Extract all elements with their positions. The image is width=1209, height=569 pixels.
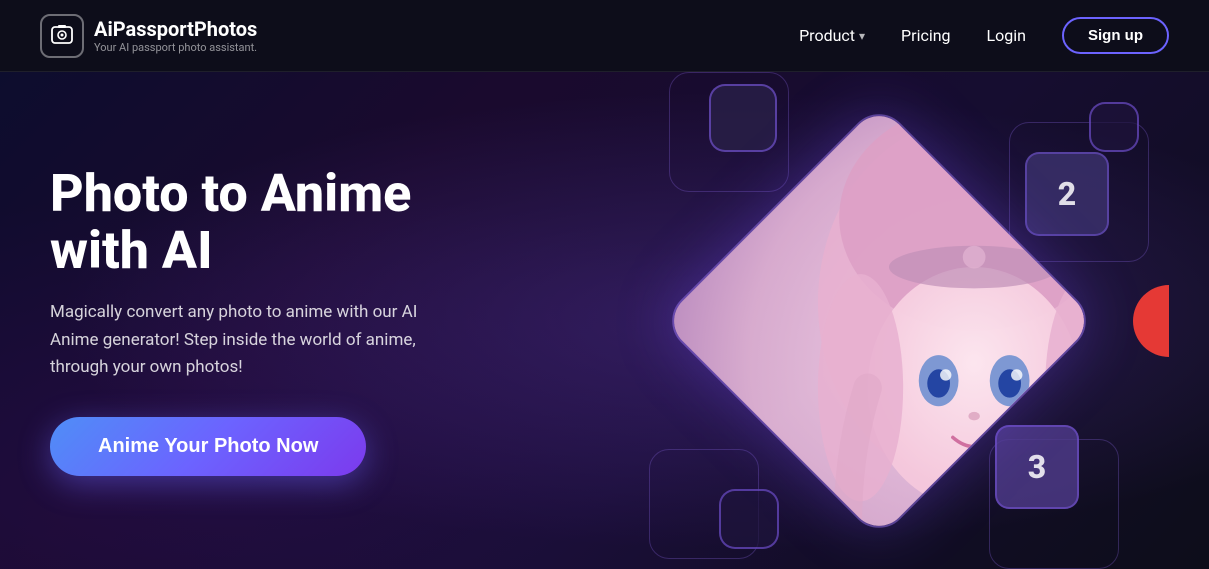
nav-login-label: Login — [987, 26, 1026, 45]
nav-product[interactable]: Product ▾ — [799, 26, 865, 45]
cta-button[interactable]: Anime Your Photo Now — [50, 417, 366, 476]
signup-button[interactable]: Sign up — [1062, 17, 1169, 54]
nav-product-label: Product — [799, 26, 855, 45]
chevron-down-icon: ▾ — [859, 29, 865, 43]
hero-title: Photo to Anime with AI — [50, 165, 470, 279]
hero-right: 2 3 — [529, 72, 1209, 569]
navigation: Product ▾ Pricing Login Sign up — [799, 17, 1169, 54]
logo-name: AiPassportPhotos — [94, 17, 257, 41]
logo-subtitle: Your AI passport photo assistant. — [94, 41, 257, 54]
hero-section: Photo to Anime with AI Magically convert… — [0, 72, 1209, 569]
step-2-badge: 2 — [1025, 152, 1109, 236]
logo-text: AiPassportPhotos Your AI passport photo … — [94, 17, 257, 54]
diamond-container: 2 3 — [589, 72, 1169, 569]
red-circle-peek — [1133, 285, 1169, 357]
nav-pricing[interactable]: Pricing — [901, 26, 951, 45]
hero-left: Photo to Anime with AI Magically convert… — [0, 165, 470, 476]
hero-title-line1: Photo to Anime — [50, 163, 411, 224]
hero-title-line2: with AI — [50, 220, 213, 281]
hero-description: Magically convert any photo to anime wit… — [50, 299, 470, 381]
logo-icon — [40, 14, 84, 58]
deco-square-bottomleft — [719, 489, 779, 549]
nav-login[interactable]: Login — [987, 26, 1026, 45]
deco-square-topright — [1089, 102, 1139, 152]
nav-pricing-label: Pricing — [901, 26, 951, 45]
deco-square-topleft — [709, 84, 777, 152]
header: AiPassportPhotos Your AI passport photo … — [0, 0, 1209, 72]
step-3-badge: 3 — [995, 425, 1079, 509]
logo[interactable]: AiPassportPhotos Your AI passport photo … — [40, 14, 257, 58]
